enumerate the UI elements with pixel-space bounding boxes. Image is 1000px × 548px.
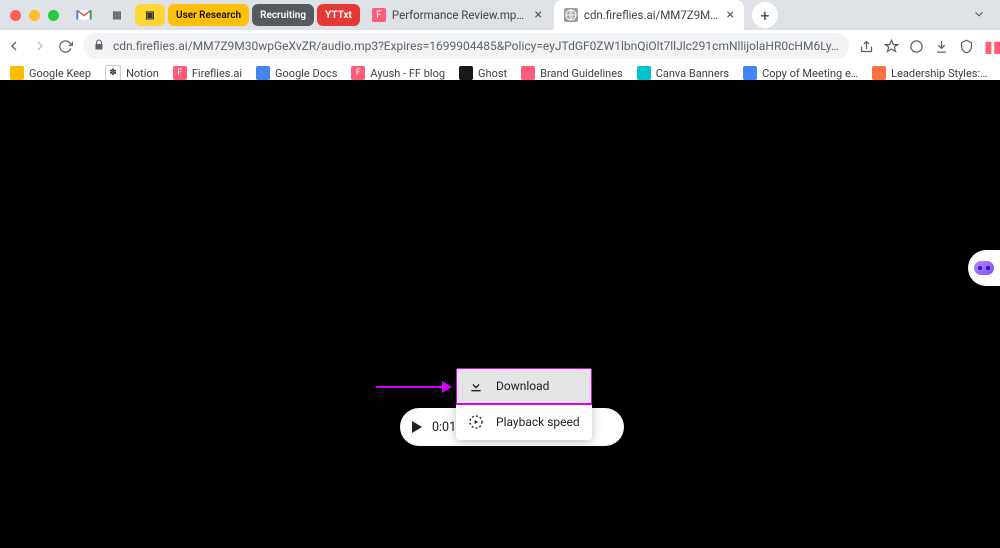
minimize-window-button[interactable] — [29, 10, 40, 21]
tab-label: cdn.fireflies.ai/MM7Z9M30wp — [584, 8, 721, 22]
bookmark-google-docs[interactable]: Google Docs — [256, 66, 337, 80]
bookmark-canva-banners[interactable]: Canva Banners — [637, 66, 729, 80]
menu-item-download[interactable]: Download — [456, 368, 592, 404]
audio-context-menu: Download Playback speed — [456, 368, 592, 440]
pinned-tab-yttxt[interactable]: YTTxt — [317, 4, 360, 26]
play-button[interactable] — [412, 421, 422, 433]
menu-label: Download — [496, 379, 549, 393]
assistant-widget[interactable] — [968, 250, 1000, 286]
lock-icon — [93, 39, 105, 54]
bookmark-ayush-ff-blog[interactable]: FAyush - FF blog — [351, 66, 445, 80]
bookmark-google-keep[interactable]: Google Keep — [10, 66, 91, 80]
tab-performance-review[interactable]: F Performance Review.mp3 - M × — [362, 0, 552, 30]
url-text: cdn.fireflies.ai/MM7Z9M30wpGeXvZR/audio.… — [113, 39, 839, 53]
bookmark-leadership-styles[interactable]: Leadership Styles:… — [872, 66, 987, 80]
extension-icon[interactable] — [909, 37, 924, 55]
new-tab-button[interactable]: + — [752, 2, 778, 28]
close-tab-icon[interactable]: × — [534, 7, 541, 23]
pinned-tab-user-research[interactable]: User Research — [168, 4, 249, 26]
bookmark-notion[interactable]: ✽Notion — [105, 65, 159, 81]
pinned-tab-gmail[interactable] — [69, 4, 99, 26]
pinned-tab-app-2[interactable]: ▣ — [135, 4, 165, 26]
forward-button[interactable] — [32, 37, 48, 55]
bookmark-copy-of-meeting[interactable]: Copy of Meeting e… — [743, 66, 858, 80]
maximize-window-button[interactable] — [48, 10, 59, 21]
back-button[interactable] — [6, 37, 22, 55]
extension-fireflies-icon[interactable]: ▮▮ — [984, 37, 1000, 55]
menu-label: Playback speed — [496, 415, 580, 429]
tab-cdn-fireflies[interactable]: cdn.fireflies.ai/MM7Z9M30wp × — [554, 0, 744, 30]
annotation-arrow — [376, 386, 450, 388]
address-bar[interactable]: cdn.fireflies.ai/MM7Z9M30wpGeXvZR/audio.… — [83, 33, 849, 59]
tab-strip: ▦ ▣ User Research Recruiting YTTxt F Per… — [0, 0, 1000, 30]
window-controls — [10, 10, 59, 21]
share-icon[interactable] — [859, 37, 874, 55]
bookmark-fireflies[interactable]: FFireflies.ai — [173, 66, 242, 80]
assistant-icon — [974, 261, 994, 275]
menu-item-playback-speed[interactable]: Playback speed — [456, 404, 592, 440]
pinned-tab-recruiting[interactable]: Recruiting — [252, 4, 314, 26]
pinned-tab-app-1[interactable]: ▦ — [102, 4, 132, 26]
shield-icon[interactable] — [959, 37, 974, 55]
bookmark-ghost[interactable]: Ghost — [459, 66, 507, 80]
page-content: 0:01 / Download Playback speed — [0, 80, 1000, 548]
speed-icon — [468, 414, 484, 430]
close-tab-icon[interactable]: × — [726, 7, 733, 23]
close-window-button[interactable] — [10, 10, 21, 21]
download-icon — [468, 378, 484, 394]
toolbar: cdn.fireflies.ai/MM7Z9M30wpGeXvZR/audio.… — [0, 30, 1000, 62]
star-icon[interactable] — [884, 37, 899, 55]
tab-overflow-icon[interactable] — [972, 6, 986, 25]
tab-favicon: F — [372, 8, 386, 22]
globe-icon — [564, 8, 578, 22]
reload-button[interactable] — [58, 37, 73, 55]
download-icon[interactable] — [934, 37, 949, 55]
bookmark-brand-guidelines[interactable]: Brand Guidelines — [521, 66, 623, 80]
tab-label: Performance Review.mp3 - M — [392, 8, 529, 22]
